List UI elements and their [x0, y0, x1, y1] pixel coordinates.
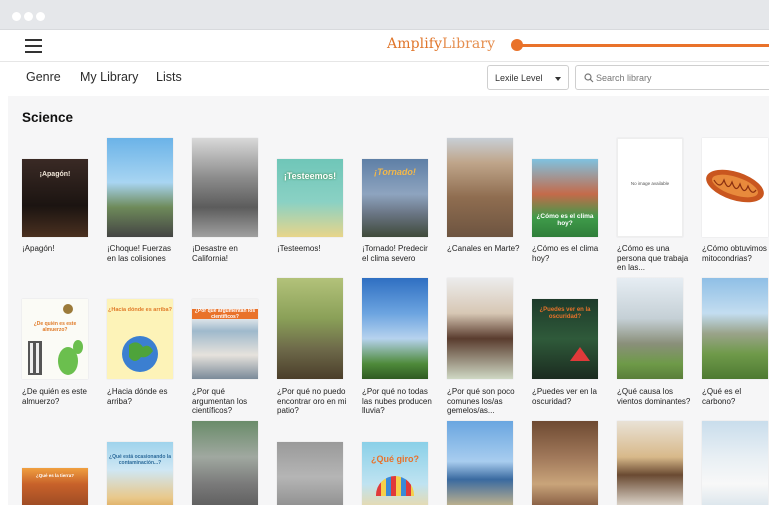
book-cover: ¡Testeemos! [277, 159, 343, 237]
nav-genre[interactable]: Genre [26, 70, 61, 84]
search-box[interactable] [575, 65, 769, 90]
book-title: ¡Testeemos! [277, 244, 321, 253]
mitochondria-icon [706, 169, 764, 203]
book-cover [192, 138, 258, 237]
book-cover: ¿Puedes ver en la oscuridad? [532, 299, 598, 379]
book-title: ¿Por qué no todas las nubes producen llu… [362, 387, 432, 415]
book-cover: ¿Qué está ocasionando la contaminación..… [107, 442, 173, 505]
tent-icon [570, 347, 590, 361]
book-cover: ¿Por qué argumentan los científicos? [192, 299, 258, 379]
window-dot-icon [12, 12, 21, 21]
section-title: Science [22, 110, 74, 125]
book-cover: ¡Apagón! [22, 159, 88, 237]
menu-icon[interactable] [25, 39, 42, 53]
book-cover: ¿Cómo es el clima hoy? [532, 159, 598, 237]
book-cover [617, 421, 683, 505]
book-cover [702, 138, 768, 237]
book-title: ¿Cómo es una persona que trabaja en las.… [617, 244, 689, 272]
book-cover [617, 278, 683, 379]
chevron-down-icon [555, 77, 561, 81]
book-cover: ¿De quién es este almuerzo? [22, 299, 88, 379]
book-title: ¡Apagón! [22, 244, 55, 253]
book-title: ¿Canales en Marte? [447, 244, 520, 253]
book-cover [362, 278, 428, 379]
browser-chrome [0, 0, 769, 30]
book-cover: No image available [617, 138, 683, 237]
app-logo[interactable]: AmplifyLibrary [387, 36, 495, 52]
library-content: Science ¡Apagón! ¡Apagón! ¡Choque! Fuerz… [8, 96, 769, 505]
book-title: ¿De quién es este almuerzo? [22, 387, 87, 406]
book-title: ¿Puedes ver en la oscuridad? [532, 387, 597, 406]
book-cover [702, 421, 768, 505]
book-title: ¿Cómo obtuvimos mitocondrias? [702, 244, 767, 263]
window-dot-icon [36, 12, 45, 21]
carousel-icon [376, 476, 414, 496]
window-dot-icon [24, 12, 33, 21]
book-cover [532, 421, 598, 505]
book-cover: ¿Qué giro? [362, 442, 428, 505]
search-input[interactable] [596, 70, 766, 86]
book-cover: ¿Qué es la tierra? [22, 468, 88, 505]
book-title: ¿Qué es el carbono? [702, 387, 742, 406]
lexile-label: Lexile Level [495, 73, 543, 83]
globe-icon [122, 336, 158, 372]
cactus-icon [28, 304, 83, 375]
book-title: ¿Por qué argumentan los científicos? [192, 387, 248, 415]
book-title: ¡Desastre en California! [192, 244, 238, 263]
reading-progress-track [514, 44, 769, 47]
app-header: AmplifyLibrary [0, 30, 769, 62]
book-title: ¡Tornado! Predecir el clima severo [362, 244, 428, 263]
book-cover [447, 421, 513, 505]
book-cover [192, 421, 258, 505]
book-cover [447, 278, 513, 379]
nav-bar: Genre My Library Lists Lexile Level [0, 62, 769, 96]
book-cover [107, 138, 173, 237]
book-title: ¿Hacia dónde es arriba? [107, 387, 168, 406]
book-title: ¡Choque! Fuerzas en las colisiones [107, 244, 172, 263]
book-cover [277, 278, 343, 379]
book-cover [277, 442, 343, 505]
nav-lists[interactable]: Lists [156, 70, 182, 84]
search-icon [584, 73, 594, 83]
book-cover [447, 138, 513, 237]
book-title: ¿Qué causa los vientos dominantes? [617, 387, 691, 406]
book-cover: ¿Hacia dónde es arriba? [107, 299, 173, 379]
nav-my-library[interactable]: My Library [80, 70, 138, 84]
book-title: ¿Cómo es el clima hoy? [532, 244, 599, 263]
book-cover: ¡Tornado! [362, 159, 428, 237]
progress-knob-icon[interactable] [511, 39, 523, 51]
lexile-level-select[interactable]: Lexile Level [487, 65, 569, 90]
book-title: ¿Por qué son poco comunes los/as gemelos… [447, 387, 515, 415]
book-cover [702, 278, 768, 379]
book-title: ¿Por qué no puedo encontrar oro en mi pa… [277, 387, 347, 415]
